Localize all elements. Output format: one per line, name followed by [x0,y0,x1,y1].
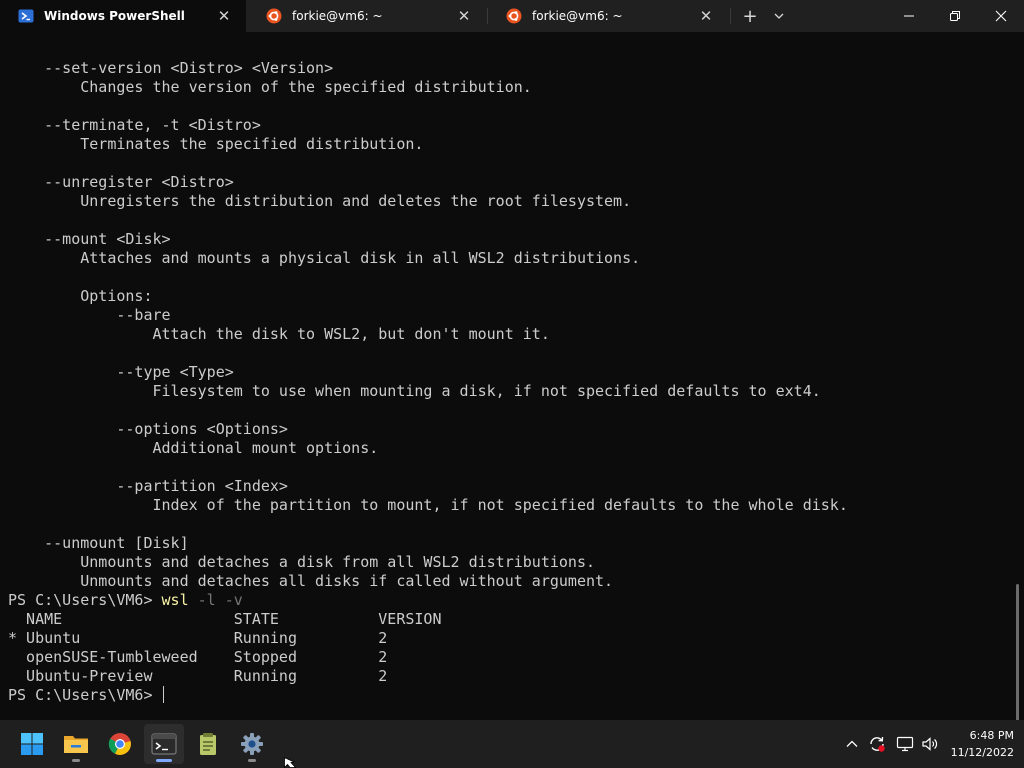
prompt: PS C:\Users\VM6> [8,686,162,704]
help-line: Terminates the specified distribution. [8,135,424,153]
help-line: --unregister <Distro> [8,173,234,191]
help-line: Unmounts and detaches all disks if calle… [8,572,614,590]
network-button[interactable] [893,732,917,756]
active-indicator [156,759,172,762]
help-line: --mount <Disk> [8,230,171,248]
restore-icon [950,11,960,21]
volume-icon [922,737,938,751]
terminal-icon [151,733,177,755]
help-line: --set-version <Distro> <Version> [8,59,334,77]
tab-ubuntu-2[interactable]: forkie@vm6: ~ ✕ [488,0,728,32]
settings-button[interactable] [232,724,272,764]
running-indicator [72,759,80,762]
help-line: Filesystem to use when mounting a disk, … [8,382,821,400]
notepad-icon [200,733,216,755]
distro-row: openSUSE-Tumbleweed Stopped 2 [8,648,388,666]
windows-logo-icon [21,733,43,755]
tab-ubuntu-1[interactable]: forkie@vm6: ~ ✕ [248,0,486,32]
help-line [8,211,848,230]
text-cursor [162,686,164,703]
clock-date: 11/12/2022 [950,746,1014,759]
close-button[interactable] [978,0,1024,32]
close-icon [995,10,1007,22]
tab-close-icon[interactable]: ✕ [454,7,474,25]
distro-row: Ubuntu-Preview Running 2 [8,667,388,685]
file-explorer-button[interactable] [56,724,96,764]
distro-row: * Ubuntu Running 2 [8,629,388,647]
tab-label: forkie@vm6: ~ [292,9,383,23]
running-indicator [248,759,256,762]
help-line [8,515,848,534]
minimize-icon [904,15,914,17]
network-icon [896,736,914,752]
help-line: Attach the disk to WSL2, but don't mount… [8,325,550,343]
help-line [8,344,848,363]
terminal-pane[interactable]: --set-version <Distro> <Version> Changes… [0,32,1024,732]
help-line: Additional mount options. [8,439,379,457]
help-line: --unmount [Disk] [8,534,189,552]
help-line [8,154,848,173]
volume-button[interactable] [918,732,942,756]
new-tab-button[interactable]: + [736,0,764,32]
command-name: wsl [161,591,189,609]
taskbar: 6:48 PM 11/12/2022 [0,720,1024,768]
tab-label: Windows PowerShell [44,9,185,23]
help-line: Unregisters the distribution and deletes… [8,192,632,210]
sync-icon [870,736,885,752]
help-line: Changes the version of the specified dis… [8,78,532,96]
gear-icon [241,733,263,755]
clock[interactable]: 6:48 PM 11/12/2022 [946,727,1014,761]
notepad-button[interactable] [188,724,228,764]
plus-icon: + [742,5,758,27]
input-line[interactable]: PS C:\Users\VM6> [8,686,848,705]
tab-windows-powershell[interactable]: Windows PowerShell ✕ [0,0,246,32]
distro-table-header: NAME STATE VERSION [8,610,442,628]
help-line: Options: [8,287,153,305]
tab-label: forkie@vm6: ~ [532,9,623,23]
tray-overflow-button[interactable] [840,732,864,756]
help-line: Index of the partition to mount, if not … [8,496,848,514]
prompt: PS C:\Users\VM6> [8,591,162,609]
command-args: -l -v [188,591,243,609]
chevron-up-icon [846,740,858,747]
help-line: Attaches and mounts a physical disk in a… [8,249,641,267]
help-line: --type <Type> [8,363,234,381]
restore-button[interactable] [932,0,978,32]
help-line: --bare [8,306,171,324]
terminal-output: --set-version <Distro> <Version> Changes… [8,59,848,705]
scrollbar[interactable] [1016,584,1019,732]
chrome-icon [108,733,131,755]
help-line [8,268,848,287]
tab-bar: Windows PowerShell ✕ forkie@vm6: ~ ✕ for… [0,0,1024,32]
terminal-button[interactable] [144,724,184,764]
start-button[interactable] [12,724,52,764]
chrome-button[interactable] [100,724,140,764]
help-line: --partition <Index> [8,477,288,495]
chevron-down-icon [774,13,784,19]
ubuntu-icon [266,8,282,24]
mouse-pointer-icon [284,757,296,768]
help-line: --options <Options> [8,420,288,438]
help-line: --terminate, -t <Distro> [8,116,261,134]
folder-icon [64,736,88,753]
ubuntu-icon [506,8,522,24]
help-line: Unmounts and detaches a disk from all WS… [8,553,595,571]
command-line: PS C:\Users\VM6> wsl -l -v [8,591,848,610]
tab-close-icon[interactable]: ✕ [696,7,716,25]
sync-status-button[interactable] [865,732,889,756]
powershell-icon [18,9,34,23]
help-line [8,458,848,477]
tab-dropdown-button[interactable] [766,0,792,32]
tab-separator [730,8,731,24]
help-line [8,401,848,420]
help-line [8,97,848,116]
tab-close-icon[interactable]: ✕ [214,7,234,25]
clock-time: 6:48 PM [969,729,1014,742]
minimize-button[interactable] [886,0,932,32]
